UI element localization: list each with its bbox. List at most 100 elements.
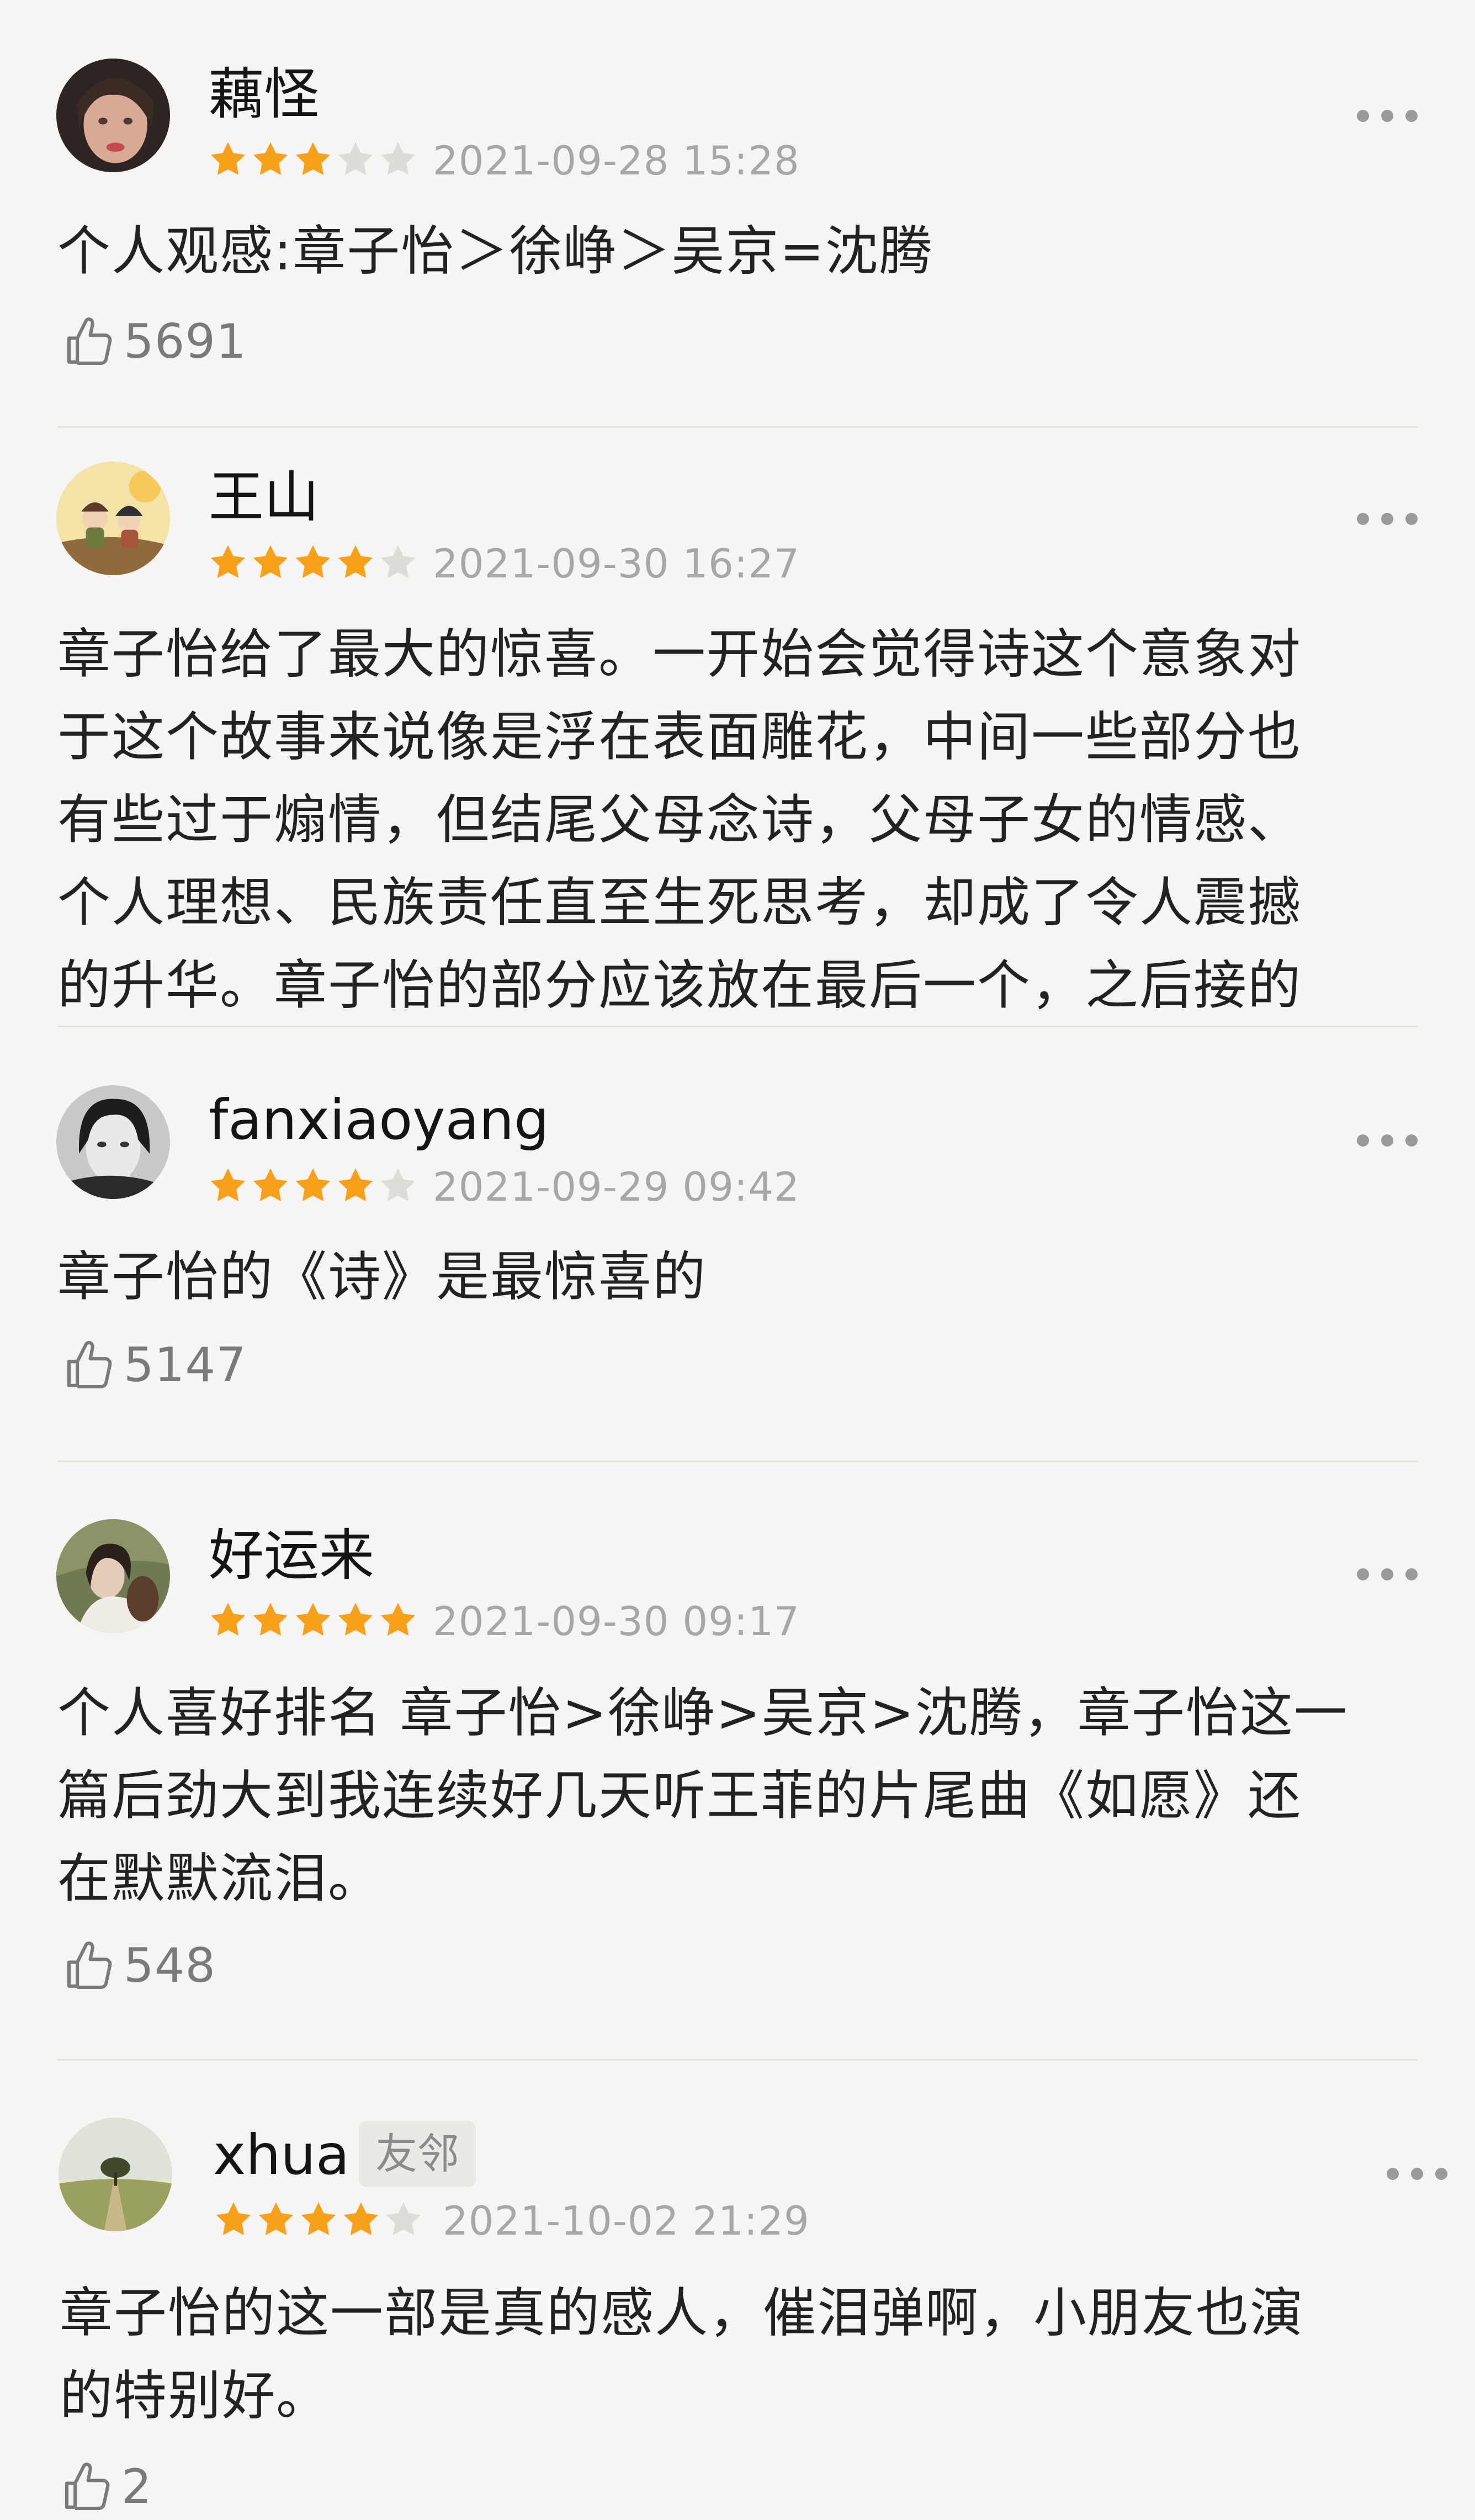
- avatar[interactable]: [56, 1519, 170, 1633]
- divider: [57, 2059, 1418, 2061]
- star-filled-icon: [210, 545, 246, 579]
- avatar[interactable]: [56, 1085, 170, 1199]
- content-line: 在默默流泪。: [57, 1848, 382, 1909]
- avatar[interactable]: [59, 2118, 172, 2231]
- username[interactable]: fanxiaoyang: [209, 1092, 549, 1148]
- review-content: 章子怡的《诗》是最惊喜的: [57, 1246, 707, 1308]
- more-dots-icon: [1357, 1134, 1369, 1147]
- avatar-photo-icon: [56, 1085, 170, 1199]
- username[interactable]: 藕怪: [209, 67, 319, 122]
- username[interactable]: 王山: [209, 470, 319, 525]
- star-empty-icon: [380, 545, 416, 579]
- star-filled-icon: [380, 1603, 416, 1636]
- review-timestamp: 2021-09-28 15:28: [433, 137, 800, 184]
- thumbs-up-glyph: [65, 2463, 110, 2511]
- avatar-photo-icon: [56, 1519, 170, 1633]
- avatar-illustration-icon: [56, 461, 170, 575]
- star-empty-icon: [380, 1168, 416, 1202]
- star-filled-icon: [295, 1168, 331, 1202]
- star-filled-icon: [338, 1168, 373, 1202]
- divider: [57, 1026, 1418, 1027]
- star-filled-icon: [338, 1603, 373, 1636]
- star-filled-icon: [295, 142, 331, 176]
- more-dot: [1381, 1134, 1393, 1147]
- more-dot: [1405, 513, 1418, 525]
- more-dot: [1381, 513, 1393, 525]
- avatar-photo-icon: [56, 59, 170, 172]
- content-line: 篇后劲大到我连续好几天听王菲的片尾曲《如愿》还: [57, 1765, 1302, 1827]
- rating-stars: [208, 542, 418, 584]
- more-options-button[interactable]: [1357, 1124, 1418, 1157]
- review-content: 章子怡给了最大的惊喜。一开始会觉得诗这个意象对 于这个故事来说像是浮在表面雕花，…: [57, 613, 1426, 1027]
- more-dot: [1435, 2168, 1447, 2180]
- thumbs-up-glyph: [67, 317, 112, 365]
- more-options-button[interactable]: [1357, 502, 1418, 535]
- more-options-button[interactable]: [1387, 2157, 1447, 2190]
- review-content-clip: 章子怡给了最大的惊喜。一开始会觉得诗这个意象对 于这个故事来说像是浮在表面雕花，…: [0, 613, 1475, 1027]
- avatar-landscape-icon: [59, 2118, 172, 2231]
- review-content: 个人观感:章子怡＞徐峥＞吴京=沈腾: [57, 220, 933, 282]
- star-filled-icon: [295, 1603, 331, 1636]
- more-options-button[interactable]: [1357, 99, 1418, 132]
- review-timestamp: 2021-09-29 09:42: [433, 1164, 800, 1210]
- username[interactable]: xhua: [213, 2128, 349, 2183]
- rating-stars: [208, 1600, 418, 1642]
- more-dot: [1381, 110, 1393, 122]
- star-empty-icon: [338, 142, 373, 176]
- content-line: 的特别好。: [60, 2365, 330, 2427]
- star-filled-icon: [258, 2202, 294, 2236]
- like-button[interactable]: 2: [60, 2457, 152, 2517]
- content-line: 个人理想、民族责任直至生死思考，却成了令人震撼: [57, 872, 1302, 933]
- content-line: 有些过于煽情，但结尾父母念诗，父母子女的情感、: [57, 789, 1302, 851]
- more-dot: [1381, 1568, 1393, 1580]
- star-filled-icon: [338, 545, 373, 579]
- star-filled-icon: [210, 1168, 246, 1202]
- star-filled-icon: [216, 2202, 251, 2236]
- content-line: 章子怡的这一部是真的感人，催泪弹啊，小朋友也演: [60, 2282, 1304, 2344]
- review-timestamp: 2021-10-02 21:29: [443, 2198, 810, 2244]
- review-content: 个人喜好排名 章子怡>徐峥>吴京>沈腾，章子怡这一 篇后劲大到我连续好几天听王菲…: [57, 1672, 1426, 1920]
- avatar[interactable]: [56, 461, 170, 575]
- like-count: 5691: [124, 314, 247, 369]
- more-options-button[interactable]: [1357, 1558, 1418, 1591]
- star-filled-icon: [301, 2202, 336, 2236]
- rating-stars: [213, 2199, 424, 2241]
- star-filled-icon: [253, 1168, 288, 1202]
- divider: [57, 426, 1418, 428]
- like-count: 548: [124, 1938, 216, 1993]
- star-filled-icon: [253, 1603, 288, 1636]
- more-dots-icon: [1357, 110, 1369, 122]
- star-filled-icon: [295, 545, 331, 579]
- star-empty-icon: [386, 2202, 421, 2236]
- thumbs-up-icon: [62, 313, 119, 370]
- review-timestamp: 2021-09-30 09:17: [433, 1598, 800, 1644]
- like-count: 2: [121, 2459, 152, 2514]
- like-button[interactable]: 548: [62, 1935, 216, 1996]
- review-timestamp: 2021-09-30 16:27: [433, 540, 800, 587]
- more-dots-icon: [1357, 513, 1369, 525]
- like-button[interactable]: 5691: [62, 311, 247, 372]
- friend-badge: 友邻: [359, 2121, 476, 2187]
- more-dot: [1411, 2168, 1423, 2180]
- more-dot: [1405, 1134, 1418, 1147]
- like-button[interactable]: 5147: [62, 1335, 247, 1396]
- star-filled-icon: [253, 142, 288, 176]
- content-line: 于这个故事来说像是浮在表面雕花，中间一些部分也: [57, 706, 1302, 768]
- star-filled-icon: [210, 142, 246, 176]
- content-line: 的升华。章子怡的部分应该放在最后一个，之后接的: [57, 954, 1302, 1016]
- content-line: 章子怡给了最大的惊喜。一开始会觉得诗这个意象对: [57, 623, 1302, 685]
- divider: [57, 1461, 1418, 1462]
- thumbs-up-glyph: [67, 1941, 112, 1990]
- review-content: 章子怡的这一部是真的感人，催泪弹啊，小朋友也演 的特别好。: [60, 2272, 1429, 2437]
- avatar[interactable]: [56, 59, 170, 172]
- content-line: 个人喜好排名 章子怡>徐峥>吴京>沈腾，章子怡这一: [57, 1682, 1348, 1744]
- star-filled-icon: [210, 1603, 246, 1636]
- thumbs-up-icon: [60, 2458, 117, 2516]
- star-filled-icon: [343, 2202, 379, 2236]
- like-count: 5147: [124, 1338, 247, 1393]
- star-empty-icon: [380, 142, 416, 176]
- thumbs-up-icon: [62, 1937, 119, 1994]
- thumbs-up-glyph: [67, 1341, 112, 1389]
- thumbs-up-icon: [62, 1336, 119, 1394]
- username[interactable]: 好运来: [209, 1528, 374, 1583]
